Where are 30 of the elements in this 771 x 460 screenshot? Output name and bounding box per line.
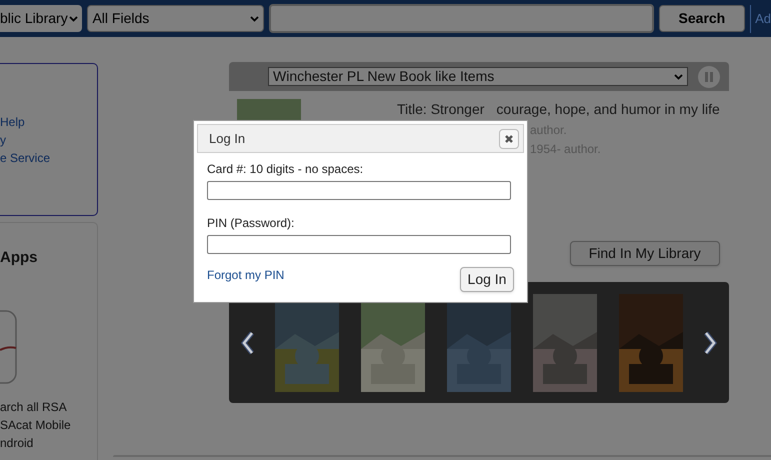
- caret-icon: [250, 16, 260, 22]
- input-field[interactable]: [207, 235, 511, 254]
- app-text: ndroid: [0, 434, 34, 452]
- field-select[interactable]: All Fields: [87, 5, 264, 32]
- apps-heading: Apps: [0, 248, 38, 268]
- list-select[interactable]: Winchester PL New Book like Items: [268, 67, 688, 86]
- sidebar-link[interactable]: e Service: [0, 150, 97, 167]
- chevron-right-icon[interactable]: [703, 330, 717, 354]
- caret-icon: [69, 16, 78, 22]
- find-button[interactable]: Find In My Library: [570, 241, 720, 266]
- input-field[interactable]: [207, 181, 511, 200]
- close-icon: [504, 134, 514, 144]
- chevron-left-icon[interactable]: [241, 330, 255, 354]
- library-select[interactable]: blic Library: [0, 5, 82, 32]
- field-label: PIN (Password):: [207, 215, 296, 231]
- title-text: courage, hope, and humor in my life: [496, 100, 720, 119]
- search-button[interactable]: Search: [658, 5, 746, 32]
- search-field[interactable]: [269, 4, 654, 33]
- app-text: arch all RSA: [0, 398, 68, 416]
- app-text: SAcat Mobile: [0, 416, 72, 434]
- dialog-title: Log In: [209, 130, 246, 148]
- caret-icon: [674, 74, 683, 80]
- sidebar-link[interactable]: y: [0, 132, 97, 149]
- close-button[interactable]: [499, 128, 519, 148]
- nav-link[interactable]: Ad: [755, 10, 771, 26]
- login-button[interactable]: Log In: [460, 267, 514, 292]
- forgot-pin-link[interactable]: Forgot my PIN: [207, 266, 284, 284]
- title-label: Title: Stronger: [397, 100, 484, 119]
- sidebar-link[interactable]: Help: [0, 114, 97, 131]
- field-label: Card #: 10 digits - no spaces:: [207, 161, 364, 177]
